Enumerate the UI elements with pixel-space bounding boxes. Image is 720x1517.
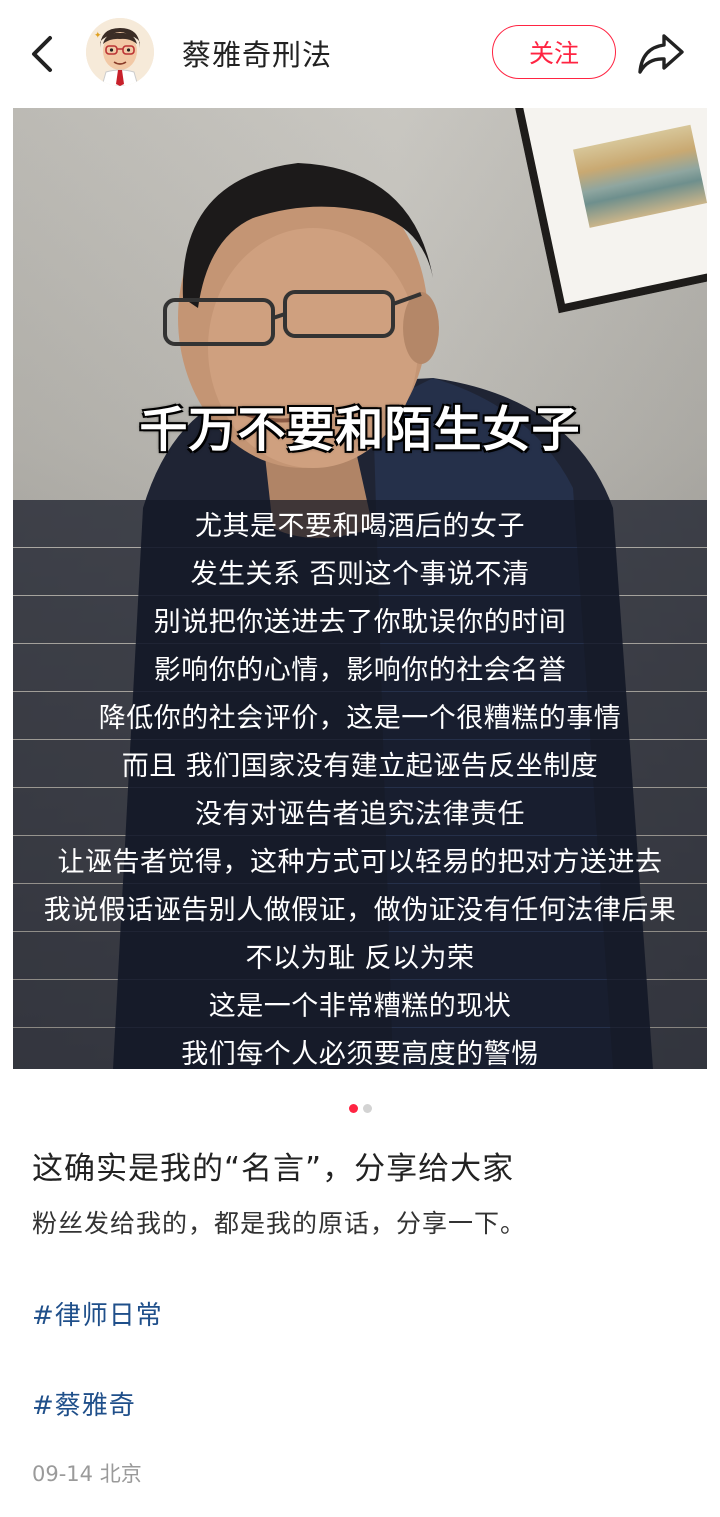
- share-button[interactable]: [636, 30, 686, 78]
- subtitle-line: 让诬告者觉得，这种方式可以轻易的把对方送进去: [13, 836, 707, 883]
- subtitle-line: 而且 我们国家没有建立起诬告反坐制度: [13, 740, 707, 787]
- share-icon: [638, 34, 684, 74]
- subtitle-line: 这是一个非常糟糕的现状: [13, 980, 707, 1027]
- subtitle-line: 不以为耻 反以为荣: [13, 932, 707, 979]
- chevron-left-icon: [32, 36, 52, 72]
- subtitle-line: 发生关系 否则这个事说不清: [13, 548, 707, 595]
- subtitle-line: 尤其是不要和喝酒后的女子: [13, 500, 707, 547]
- carousel-indicator: [0, 1104, 720, 1113]
- avatar[interactable]: ✦: [86, 18, 154, 86]
- subtitle-line: 别说把你送进去了你耽误你的时间: [13, 596, 707, 643]
- subtitle-list: 尤其是不要和喝酒后的女子 发生关系 否则这个事说不清 别说把你送进去了你耽误你的…: [13, 500, 707, 1069]
- hashtag-link[interactable]: #律师日常: [32, 1295, 163, 1332]
- author-name[interactable]: 蔡雅奇刑法: [182, 32, 332, 74]
- svg-text:✦: ✦: [94, 31, 102, 41]
- back-button[interactable]: [24, 32, 64, 76]
- subtitle-line: 没有对诬告者追究法律责任: [13, 788, 707, 835]
- video-headline: 千万不要和陌生女子: [139, 402, 581, 458]
- subtitle-line: 影响你的心情，影响你的社会名誉: [13, 644, 707, 691]
- post-image[interactable]: 千万不要和陌生女子 尤其是不要和喝酒后的女子 发生关系 否则这个事说不清 别说把…: [13, 108, 707, 1069]
- top-bar: ✦ 蔡雅奇刑法 关注: [0, 0, 720, 108]
- subtitle-line: 降低你的社会评价，这是一个很糟糕的事情: [13, 692, 707, 739]
- author-cartoon-avatar-icon: ✦: [86, 18, 154, 86]
- carousel-dot-active[interactable]: [348, 1104, 358, 1113]
- post-title: 这确实是我的“名言”，分享给大家: [32, 1151, 515, 1187]
- post-date: 09-14: [32, 1462, 94, 1486]
- post-location: 北京: [99, 1462, 142, 1486]
- hashtag-link[interactable]: #蔡雅奇: [32, 1385, 136, 1422]
- post-body: 粉丝发给我的，都是我的原话，分享一下。: [32, 1209, 527, 1238]
- post-meta: 09-14 北京: [32, 1458, 142, 1488]
- subtitle-line: 我说假话诬告别人做假证，做伪证没有任何法律后果: [13, 884, 707, 931]
- subtitle-line: 我们每个人必须要高度的警惕: [13, 1028, 707, 1069]
- carousel-dot[interactable]: [362, 1104, 372, 1113]
- follow-button[interactable]: 关注: [492, 25, 616, 79]
